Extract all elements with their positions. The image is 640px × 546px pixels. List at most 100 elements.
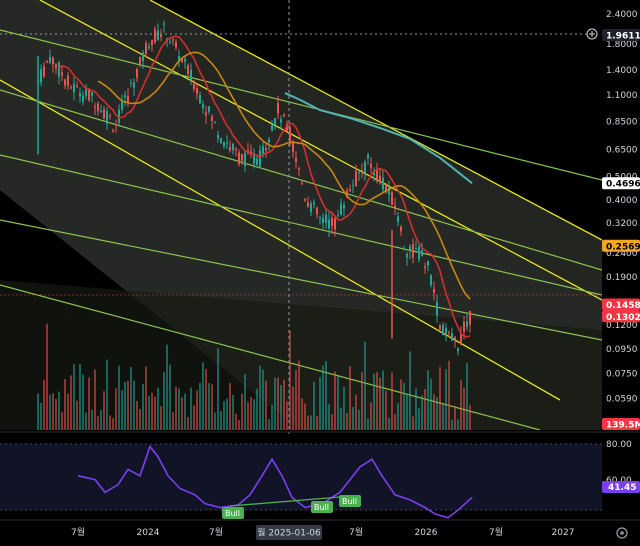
price-tick: 1.1000 (606, 91, 638, 101)
candle-body (361, 169, 363, 172)
price-axis[interactable]: 2.40001.80001.40001.10000.85000.65000.50… (602, 0, 640, 430)
volume-bar (148, 395, 150, 430)
bull-signal: Bull (342, 497, 357, 506)
bull-signal: Bull (314, 503, 329, 512)
chart-root[interactable]: 2.40001.80001.40001.10000.85000.65000.50… (0, 0, 640, 546)
volume-bar (445, 368, 447, 430)
volume-bar (427, 370, 429, 430)
time-axis[interactable]: 7월 2024 7월 7월 2026 7월 2027 월 2025-01-06 (71, 525, 574, 540)
candle-body (319, 217, 321, 219)
candle-body (406, 254, 408, 258)
bull-signal: Bull (225, 509, 240, 518)
candle-body (58, 62, 60, 77)
volume-bar (214, 412, 216, 430)
price-tick: 2.4000 (606, 10, 638, 20)
time-tick: 7월 (349, 526, 363, 538)
candle-body (376, 169, 378, 180)
volume-bar (253, 399, 255, 430)
candle-body (358, 172, 360, 174)
volume-bar (229, 383, 231, 430)
volume-bar (373, 373, 375, 430)
volume-bar (130, 367, 132, 430)
volume-bar (379, 377, 381, 430)
candle-body (130, 83, 132, 85)
volume-bar (67, 393, 69, 430)
volume-bar (400, 379, 402, 430)
volume-bar (226, 398, 228, 430)
volume-bar (409, 351, 411, 430)
candle-body (91, 92, 93, 96)
candle-body (259, 150, 261, 167)
rsi-value-badge: 41.45 (608, 483, 636, 493)
volume-bar (235, 413, 237, 430)
candle-body (370, 163, 372, 168)
volume-bar (208, 383, 210, 430)
volume-bar (316, 416, 318, 430)
volume-bar (388, 417, 390, 430)
candle-body (277, 102, 279, 114)
volume-bar (106, 359, 108, 430)
candle-body (154, 29, 156, 43)
volume-bar (451, 419, 453, 430)
volume-bar (154, 396, 156, 430)
volume-bar (91, 409, 93, 430)
volume-bar (211, 384, 213, 430)
candle-body (88, 90, 90, 101)
candle-body (238, 152, 240, 165)
candle-body (70, 87, 72, 89)
candle-body (337, 215, 339, 217)
volume-bar (160, 406, 162, 430)
volume-bar (421, 394, 423, 430)
candle-body (202, 104, 204, 108)
volume-bar (145, 366, 147, 430)
volume-bar (433, 394, 435, 430)
candle-body (391, 191, 393, 205)
candle-body (265, 148, 267, 151)
volume-bar (73, 364, 75, 430)
candle-body (295, 157, 297, 163)
volume-bar (415, 388, 417, 430)
volume-bar (205, 369, 207, 430)
candle-body (73, 83, 75, 93)
candle-body (100, 110, 102, 113)
price-tick: 0.0950 (606, 345, 638, 355)
candle-body (190, 69, 192, 81)
volume-bar (394, 414, 396, 430)
candle-body (292, 142, 294, 152)
candle-body (433, 289, 435, 294)
volume-bar (169, 364, 171, 430)
candle-body (280, 119, 282, 123)
time-tick: 7월 (209, 526, 223, 538)
candle-body (331, 217, 333, 227)
candle-body (61, 72, 63, 76)
volume-bar (124, 381, 126, 430)
volume-bar (355, 394, 357, 430)
gear-icon[interactable] (616, 527, 628, 539)
candle-body (175, 41, 177, 48)
candle-body (343, 204, 345, 209)
price-tick: 0.1900 (606, 273, 638, 283)
chart-svg[interactable]: 2.40001.80001.40001.10000.85000.65000.50… (0, 0, 640, 546)
volume-bar (115, 388, 117, 430)
candle-body (196, 87, 198, 94)
candle-body (136, 69, 138, 78)
candle-body (409, 246, 411, 251)
volume-bar (40, 402, 42, 430)
volume-bar (49, 394, 51, 430)
candle-body (49, 56, 51, 63)
candle-body (469, 310, 471, 325)
candle-body (355, 171, 357, 187)
volume-bar (460, 379, 462, 430)
volume-bar (127, 380, 129, 430)
candle-body (421, 250, 423, 257)
candle-body (313, 202, 315, 205)
volume-bar (61, 411, 63, 430)
volume-bar (319, 377, 321, 430)
candle-body (439, 325, 441, 330)
volume-bar (175, 386, 177, 430)
price-tick: 1.4000 (606, 66, 638, 76)
candle-body (328, 219, 330, 229)
price-tick: 0.6500 (606, 146, 638, 156)
volume-bar (133, 380, 135, 430)
price-tick: 0.8500 (606, 118, 638, 128)
